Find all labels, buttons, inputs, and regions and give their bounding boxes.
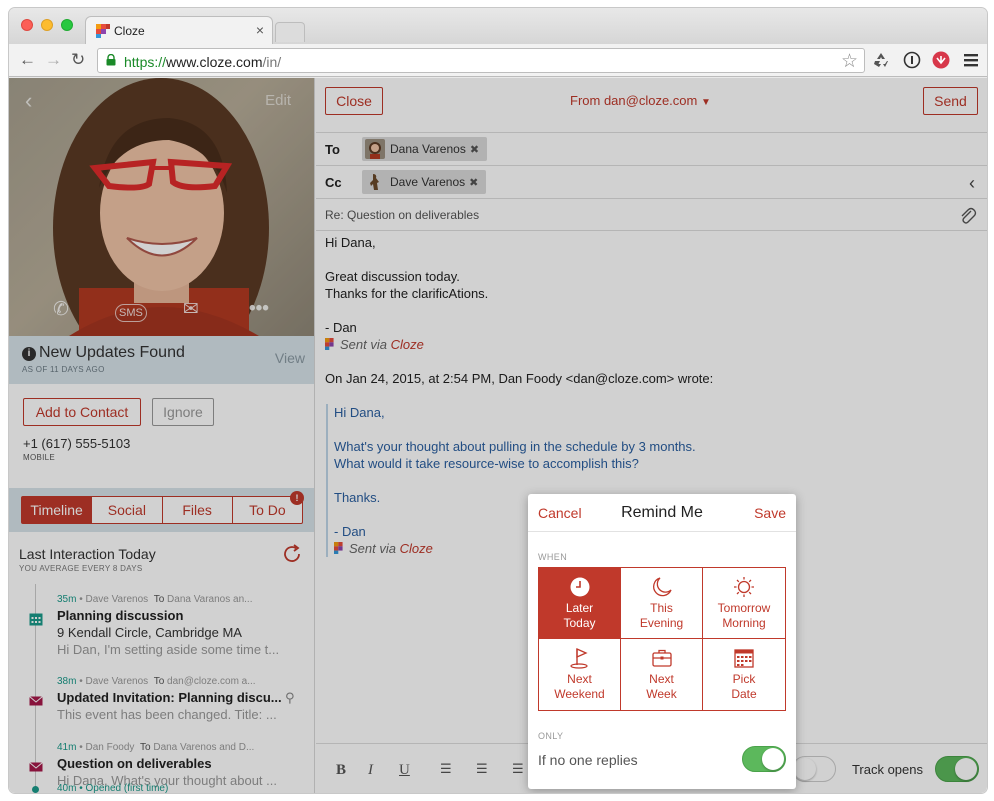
option-pick-date[interactable]: Pick Date [703, 639, 785, 710]
only-label: ONLY [538, 731, 564, 741]
no-reply-toggle[interactable] [742, 746, 786, 772]
when-label: WHEN [538, 552, 568, 562]
forward-arrow-icon[interactable]: → [45, 50, 62, 70]
option-line2: Evening [639, 616, 684, 630]
option-this-evening[interactable]: This Evening [621, 568, 703, 639]
new-tab-button[interactable] [275, 22, 305, 42]
browser-tab[interactable]: Cloze × [85, 16, 273, 44]
page-content: ‹ Edit ✆ SMS ✉ ••• i New Updates Found AS… [9, 78, 987, 793]
url-host: www.cloze.com [166, 54, 263, 70]
briefcase-icon [651, 649, 672, 667]
option-line1: Later [565, 601, 594, 615]
modal-overlay [9, 78, 987, 793]
cancel-button[interactable]: Cancel [538, 505, 582, 521]
option-tomorrow-morning[interactable]: Tomorrow Morning [703, 568, 785, 639]
url-scheme: https:// [124, 54, 167, 70]
minimize-window-button[interactable] [41, 19, 53, 31]
option-next-weekend[interactable]: Next Weekend [539, 639, 621, 710]
sun-icon [734, 577, 754, 597]
option-line2: Date [731, 687, 757, 701]
url-text: https://www.cloze.com/in/ [124, 54, 281, 70]
moon-icon [652, 577, 672, 597]
lock-icon [106, 54, 116, 66]
clock-icon [570, 577, 589, 597]
back-arrow-icon[interactable]: ← [19, 50, 36, 70]
no-reply-label: If no one replies [538, 752, 638, 768]
option-line1: Pick [732, 672, 756, 686]
browser-window: Cloze × ← → ↻ https://www.cloze.com/in/ … [9, 8, 987, 793]
bookmark-star-icon[interactable]: ☆ [841, 50, 858, 73]
recycle-extension-icon[interactable] [872, 51, 890, 69]
info-extension-icon[interactable] [903, 51, 921, 69]
option-line1: Next [649, 672, 674, 686]
option-line2: Morning [722, 616, 766, 630]
calendar-grid-icon [734, 649, 754, 668]
golf-flag-icon [569, 647, 588, 669]
title-bar: Cloze × [9, 8, 987, 44]
zoom-window-button[interactable] [61, 19, 73, 31]
option-line1: Tomorrow [717, 601, 771, 615]
option-line2: Today [563, 616, 596, 630]
menu-icon[interactable] [962, 51, 980, 69]
remind-me-popover: Remind Me Cancel Save WHEN Later Today T… [528, 494, 796, 789]
popover-header: Remind Me Cancel Save [528, 494, 796, 532]
reload-icon[interactable]: ↻ [71, 50, 85, 70]
reminder-options: Later Today This Evening Tomorrow Mornin… [538, 567, 786, 711]
save-button[interactable]: Save [754, 505, 786, 521]
cloze-favicon-icon [96, 24, 110, 38]
option-line2: Week [646, 687, 677, 701]
tab-close-icon[interactable]: × [256, 22, 264, 38]
option-later-today[interactable]: Later Today [539, 568, 621, 639]
option-line1: Next [567, 672, 592, 686]
toggle-knob [762, 748, 784, 770]
option-line1: This [650, 601, 673, 615]
cloze-extension-icon[interactable] [932, 51, 950, 69]
url-path: /in/ [262, 54, 282, 70]
tab-title: Cloze [114, 24, 145, 38]
close-window-button[interactable] [21, 19, 33, 31]
option-next-week[interactable]: Next Week [621, 639, 703, 710]
option-line2: Weekend [554, 687, 605, 701]
browser-toolbar: ← → ↻ https://www.cloze.com/in/ ☆ [9, 44, 987, 77]
address-bar[interactable]: https://www.cloze.com/in/ ☆ [97, 48, 865, 73]
